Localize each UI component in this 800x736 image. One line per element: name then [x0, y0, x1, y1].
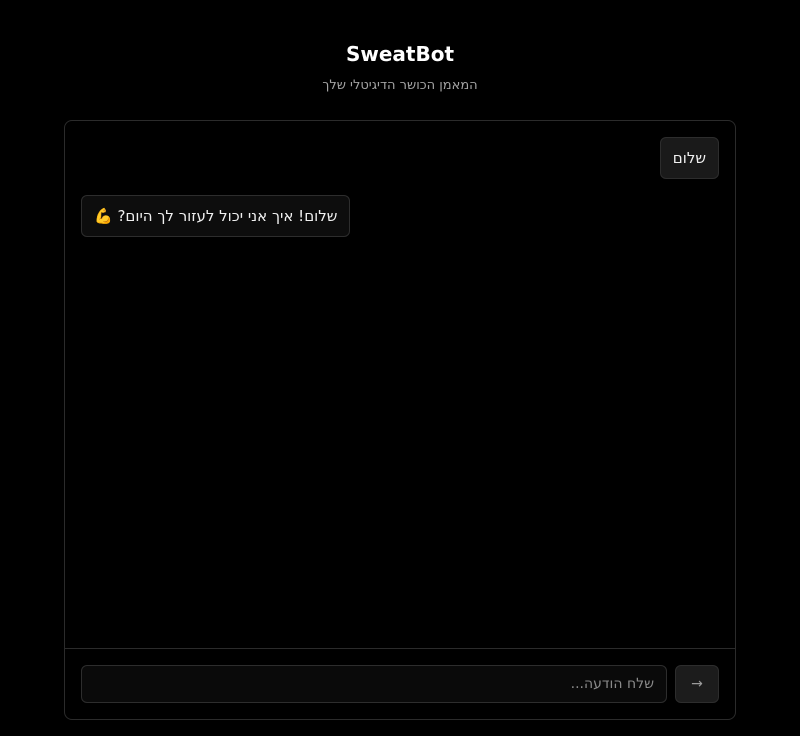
page: SweatBot המאמן הכושר הדיגיטלי שלך שלום ש… — [0, 0, 800, 736]
composer-bar: → — [65, 648, 735, 719]
app-title: SweatBot — [345, 42, 455, 66]
arrow-right-icon: → — [691, 676, 703, 692]
message-input[interactable] — [81, 665, 667, 703]
bot-message: שלום! איך אני יכול לעזור לך היום? 💪 — [81, 195, 351, 237]
chat-window: שלום שלום! איך אני יכול לעזור לך היום? 💪… — [64, 120, 736, 720]
send-button[interactable]: → — [675, 665, 719, 703]
app-subtitle: המאמן הכושר הדיגיטלי שלך — [322, 78, 478, 93]
message-list: שלום שלום! איך אני יכול לעזור לך היום? 💪 — [65, 121, 735, 648]
user-message: שלום — [659, 137, 719, 179]
